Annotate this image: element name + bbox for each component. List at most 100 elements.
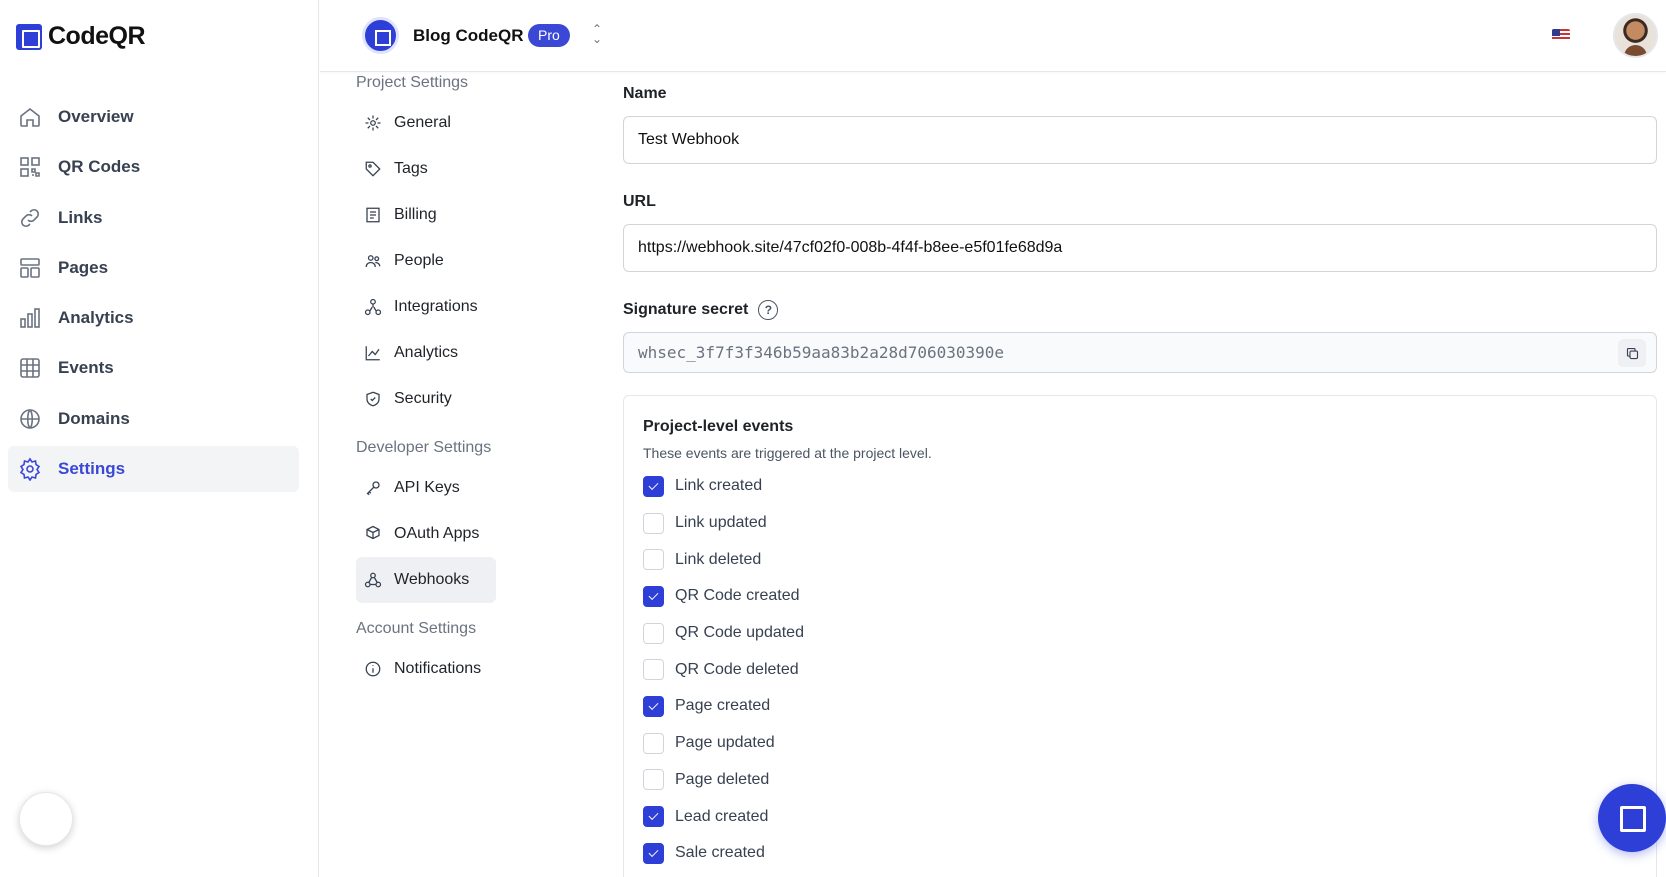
signature-secret-field: whsec_3f7f3f346b59aa83b2a28d706030390e bbox=[623, 332, 1657, 373]
event-option[interactable]: Link created bbox=[643, 468, 1637, 505]
sidebar-item-label: Settings bbox=[58, 459, 126, 479]
event-option-label: Sale created bbox=[675, 844, 765, 862]
checkbox-checked[interactable] bbox=[643, 475, 664, 497]
account-settings-heading: Account Settings bbox=[356, 620, 477, 637]
cube-settings-icon bbox=[364, 525, 382, 543]
url-label: URL bbox=[623, 193, 656, 210]
subnav-item-label: General bbox=[394, 114, 451, 131]
bar-chart-icon bbox=[18, 306, 42, 330]
url-field[interactable]: https://webhook.site/47cf02f0-008b-4f4f-… bbox=[623, 224, 1657, 272]
event-option-label: Link updated bbox=[675, 514, 767, 532]
subnav-item-people[interactable]: People bbox=[356, 238, 496, 284]
shield-icon bbox=[364, 390, 382, 408]
main-sidebar: CodeQR Overview QR Codes Links Pages Ana… bbox=[0, 0, 319, 877]
subnav-item-label: API Keys bbox=[394, 479, 460, 496]
checkbox-checked[interactable] bbox=[643, 695, 664, 717]
event-option[interactable]: Page created bbox=[643, 688, 1637, 725]
event-option-label: Page created bbox=[675, 697, 771, 715]
signature-secret-label: Signature secret bbox=[623, 301, 749, 318]
signature-secret-label-row: Signature secret ? bbox=[623, 300, 779, 320]
subnav-item-analytics[interactable]: Analytics bbox=[356, 330, 496, 376]
subnav-item-api-keys[interactable]: API Keys bbox=[356, 465, 496, 511]
subnav-item-label: People bbox=[394, 252, 444, 269]
line-chart-icon bbox=[364, 344, 382, 362]
project-switcher-chevrons-icon[interactable]: ⌃ ⌄ bbox=[588, 23, 606, 48]
user-avatar[interactable] bbox=[1613, 13, 1658, 58]
qr-code-icon bbox=[18, 155, 42, 179]
event-option-label: QR Code deleted bbox=[675, 660, 799, 678]
tag-icon bbox=[364, 160, 382, 178]
project-name[interactable]: Blog CodeQR bbox=[413, 26, 524, 46]
subnav-item-label: Billing bbox=[394, 206, 437, 223]
event-option[interactable]: Link updated bbox=[643, 505, 1637, 542]
sidebar-item-overview[interactable]: Overview bbox=[8, 94, 299, 140]
sidebar-item-domains[interactable]: Domains bbox=[8, 396, 299, 442]
sidebar-item-pages[interactable]: Pages bbox=[8, 245, 299, 291]
checkbox-unchecked[interactable] bbox=[643, 512, 664, 534]
app-name: CodeQR bbox=[48, 22, 146, 50]
name-label: Name bbox=[623, 85, 667, 102]
us-flag-icon[interactable] bbox=[1552, 29, 1570, 41]
checkbox-unchecked[interactable] bbox=[643, 769, 664, 791]
link-icon bbox=[18, 206, 42, 230]
sidebar-item-label: Pages bbox=[58, 257, 109, 277]
event-option[interactable]: QR Code created bbox=[643, 578, 1637, 615]
checkbox-unchecked[interactable] bbox=[643, 732, 664, 754]
sidebar-item-events[interactable]: Events bbox=[8, 345, 299, 391]
name-field[interactable]: Test Webhook bbox=[623, 116, 1657, 164]
subnav-item-notifications[interactable]: Notifications bbox=[356, 646, 496, 692]
event-option[interactable]: Lead created bbox=[643, 798, 1637, 835]
subnav-item-label: Tags bbox=[394, 160, 428, 177]
event-checkbox-list: Link created Link updated Link deleted QR C… bbox=[643, 468, 1637, 872]
event-option[interactable]: Page deleted bbox=[643, 762, 1637, 799]
checkbox-unchecked[interactable] bbox=[643, 549, 664, 571]
project-events-panel: Project-level events These events are tr… bbox=[623, 395, 1657, 877]
checkbox-unchecked[interactable] bbox=[643, 622, 664, 644]
event-option[interactable]: Link deleted bbox=[643, 541, 1637, 578]
subnav-item-integrations[interactable]: Integrations bbox=[356, 284, 496, 330]
copy-secret-button[interactable] bbox=[1618, 339, 1646, 367]
gear-icon bbox=[18, 457, 42, 482]
checkbox-checked[interactable] bbox=[643, 842, 664, 864]
users-icon bbox=[364, 252, 382, 270]
project-settings-heading: Project Settings bbox=[356, 74, 469, 91]
project-avatar[interactable] bbox=[362, 17, 399, 54]
subnav-item-tags[interactable]: Tags bbox=[356, 146, 496, 192]
qr-fab-button[interactable] bbox=[1598, 784, 1666, 852]
event-option[interactable]: QR Code updated bbox=[643, 615, 1637, 652]
webhook-icon bbox=[364, 571, 382, 589]
signature-secret-value: whsec_3f7f3f346b59aa83b2a28d706030390e bbox=[638, 343, 1005, 362]
support-chat-button[interactable] bbox=[19, 792, 73, 846]
sidebar-item-qr-codes[interactable]: QR Codes bbox=[8, 144, 299, 190]
checkbox-checked[interactable] bbox=[643, 806, 664, 828]
subnav-item-oauth-apps[interactable]: OAuth Apps bbox=[356, 511, 496, 557]
event-option[interactable]: Sale created bbox=[643, 835, 1637, 872]
subnav-item-webhooks[interactable]: Webhooks bbox=[356, 557, 496, 603]
checkbox-unchecked[interactable] bbox=[643, 659, 664, 681]
sidebar-item-settings[interactable]: Settings bbox=[8, 446, 299, 493]
codeqr-logo-icon bbox=[16, 23, 42, 50]
checkbox-checked[interactable] bbox=[643, 585, 664, 607]
event-option-label: QR Code updated bbox=[675, 624, 804, 642]
sidebar-item-links[interactable]: Links bbox=[8, 195, 299, 241]
subnav-item-security[interactable]: Security bbox=[356, 376, 496, 422]
help-question-icon[interactable]: ? bbox=[758, 300, 779, 320]
subnav-item-label: OAuth Apps bbox=[394, 525, 480, 542]
plan-badge: Pro bbox=[528, 24, 570, 47]
top-bar: Blog CodeQR Pro ⌃ ⌄ bbox=[320, 0, 1666, 72]
integrations-icon bbox=[364, 298, 382, 316]
app-logo[interactable]: CodeQR bbox=[16, 22, 146, 51]
subnav-item-label: Security bbox=[394, 390, 452, 407]
event-option[interactable]: Page updated bbox=[643, 725, 1637, 762]
sidebar-item-analytics[interactable]: Analytics bbox=[8, 295, 299, 341]
sidebar-item-label: Analytics bbox=[58, 308, 134, 328]
subnav-item-label: Webhooks bbox=[394, 571, 470, 588]
subnav-item-general[interactable]: General bbox=[356, 100, 496, 146]
table-icon bbox=[18, 356, 42, 380]
event-option-label: Page deleted bbox=[675, 770, 770, 788]
sidebar-item-label: Events bbox=[58, 358, 114, 378]
sidebar-item-label: Domains bbox=[58, 408, 130, 428]
pages-icon bbox=[18, 256, 42, 280]
subnav-item-billing[interactable]: Billing bbox=[356, 192, 496, 238]
event-option[interactable]: QR Code deleted bbox=[643, 651, 1637, 688]
